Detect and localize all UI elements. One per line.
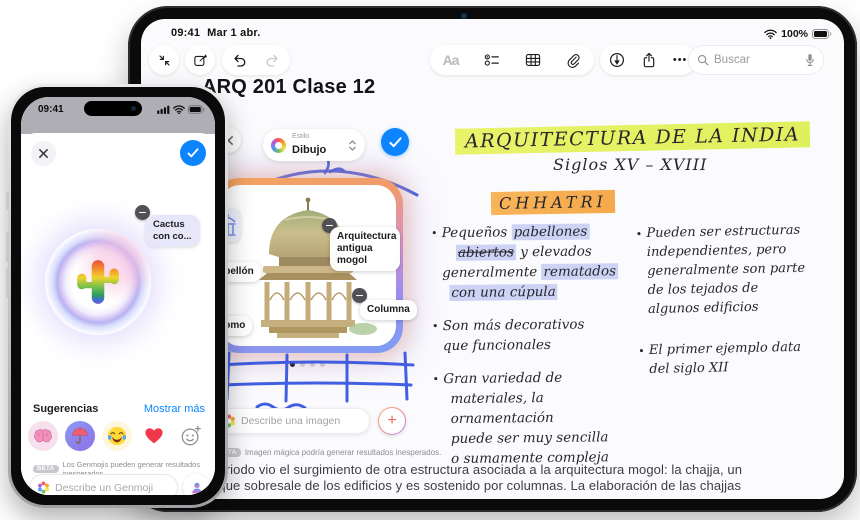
- show-more-link[interactable]: Mostrar más: [144, 403, 205, 415]
- rainbow-cactus-genmoji: [73, 256, 123, 308]
- handwritten-notes: ARQUITECTURA DE LA INDIA Siglos XV – XVI…: [441, 119, 839, 491]
- hw-subtitle: Siglos XV – XVIII: [553, 155, 707, 174]
- iphone-device: 09:41: [8, 84, 228, 508]
- wifi-icon: [764, 29, 777, 39]
- hw-bullet: El primer ejemplo data del siglo XII: [649, 337, 840, 379]
- undo-redo-group: [222, 45, 290, 75]
- iphone-screen: 09:41: [21, 97, 215, 495]
- hw-bullet: Gran variedad de materiales, la ornament…: [443, 367, 649, 469]
- ipad-screen: 09:41 Mar 1 abr. 100%: [141, 19, 844, 499]
- battery-percent: 100%: [781, 28, 808, 40]
- collapse-arrows-icon: [157, 53, 172, 68]
- person-icon: [190, 481, 204, 495]
- compose-button[interactable]: [185, 45, 215, 75]
- close-icon: [38, 148, 49, 159]
- add-image-button[interactable]: +: [378, 407, 406, 435]
- ipad-statusbar: 09:41 Mar 1 abr.: [171, 27, 268, 39]
- sparkle-ai-icon: [37, 481, 50, 494]
- compose-icon: [193, 53, 208, 68]
- iphone-clock: 09:41: [38, 104, 64, 115]
- undo-button[interactable]: [232, 53, 247, 67]
- stage: 09:41 Mar 1 abr. 100%: [0, 0, 860, 520]
- note-title: ARQ 201 Clase 12: [202, 76, 375, 99]
- smiley-plus-icon: [180, 425, 202, 447]
- genmoji-confirm-button[interactable]: [180, 140, 206, 166]
- ipad-status-right: 100%: [764, 28, 832, 40]
- redo-button[interactable]: [265, 53, 280, 67]
- beta-text: Imagen mágica podría generar resultados …: [245, 448, 442, 457]
- table-button[interactable]: [525, 53, 541, 67]
- collapse-button[interactable]: [149, 45, 179, 75]
- checklist-button[interactable]: [484, 53, 500, 67]
- describe-genmoji-field[interactable]: [29, 474, 178, 495]
- chevron-up-down-icon: [348, 139, 357, 152]
- tag-architecture[interactable]: Arquitectura antigua mogol: [330, 227, 400, 271]
- hw-section-heading: CHHATRI: [491, 190, 615, 215]
- genmoji-close-button[interactable]: [31, 141, 56, 166]
- attachment-button[interactable]: [566, 53, 581, 68]
- hw-title: ARQUITECTURA DE LA INDIA: [455, 121, 811, 154]
- ipad-clock: 09:41: [171, 27, 200, 39]
- image-pagination-dots[interactable]: [290, 362, 325, 367]
- dynamic-island: [84, 101, 142, 116]
- markup-share-group: •••: [600, 45, 696, 75]
- umbrella-emoji-suggestion[interactable]: [65, 421, 95, 451]
- iphone-bezel: 09:41: [11, 87, 225, 505]
- tag-cactus[interactable]: Cactus con co...: [145, 215, 200, 247]
- front-camera: [131, 106, 136, 111]
- markup-crayon-button[interactable]: [609, 52, 625, 68]
- iphone-statusbar: 09:41: [21, 97, 215, 134]
- ipad-device: 09:41 Mar 1 abr. 100%: [128, 6, 857, 512]
- format-tools-group: Aa: [430, 45, 594, 75]
- checkmark-icon: [187, 148, 199, 158]
- heart-icon: [144, 427, 164, 445]
- suggestions-label: Sugerencias: [33, 403, 98, 415]
- tag-column[interactable]: Columna: [360, 300, 417, 320]
- style-swatch-icon: [271, 138, 286, 153]
- hw-bullet: Pueden ser estructuras independientes, p…: [646, 220, 838, 319]
- search-input[interactable]: [714, 54, 800, 66]
- brain-icon: [33, 428, 53, 444]
- person-genmoji-button[interactable]: [183, 474, 210, 495]
- battery-icon: [188, 105, 205, 114]
- more-button[interactable]: •••: [673, 54, 688, 66]
- style-value: Dibujo: [292, 144, 326, 156]
- checkmark-icon: [389, 137, 402, 148]
- style-selector[interactable]: Estilo Dibujo: [263, 129, 365, 161]
- mic-icon[interactable]: [805, 53, 815, 67]
- ipad-toolbar: Aa: [141, 45, 844, 77]
- hw-left-column: Pequeños pabellones abiertos y elevados …: [442, 221, 650, 482]
- cellular-signal-icon: [157, 105, 170, 114]
- style-label: Estilo: [292, 133, 342, 140]
- playground-confirm-button[interactable]: [381, 128, 409, 156]
- laughing-face-icon: [106, 425, 128, 447]
- genmoji-sheet: Cactus con co... Sugerencias Mostrar más: [21, 133, 215, 495]
- search-icon: [697, 54, 709, 66]
- battery-icon: [812, 29, 832, 39]
- laughing-emoji-suggestion[interactable]: [102, 421, 132, 451]
- pen-sketch-base: [217, 351, 417, 413]
- heart-emoji-suggestion[interactable]: [139, 421, 169, 451]
- hw-bullet: Son más decorativos que funcionales: [443, 314, 648, 356]
- volume-up-button: [6, 232, 9, 262]
- text-format-button[interactable]: Aa: [443, 52, 459, 68]
- ipad-date: Mar 1 abr.: [207, 27, 260, 39]
- describe-image-input[interactable]: [241, 415, 361, 427]
- emoji-suggestions: [28, 421, 206, 451]
- hw-bullet: Pequeños pabellones abiertos y elevados …: [442, 221, 648, 303]
- share-button[interactable]: [642, 52, 656, 68]
- wifi-icon: [173, 105, 185, 114]
- volume-down-button: [6, 268, 9, 298]
- new-genmoji-suggestion[interactable]: [176, 421, 206, 451]
- magic-image-disclaimer: BETA Imagen mágica podría generar result…: [214, 448, 441, 457]
- beta-badge: BETA: [33, 465, 59, 473]
- action-button: [6, 192, 9, 210]
- describe-genmoji-input[interactable]: [55, 482, 170, 494]
- hw-right-column: Pueden ser estructuras independientes, p…: [646, 220, 839, 392]
- search-field[interactable]: [688, 45, 824, 75]
- brain-emoji-suggestion[interactable]: [28, 421, 58, 451]
- umbrella-icon: [71, 427, 89, 445]
- genmoji-preview-bubble: [45, 229, 151, 335]
- describe-image-field[interactable]: [213, 408, 370, 434]
